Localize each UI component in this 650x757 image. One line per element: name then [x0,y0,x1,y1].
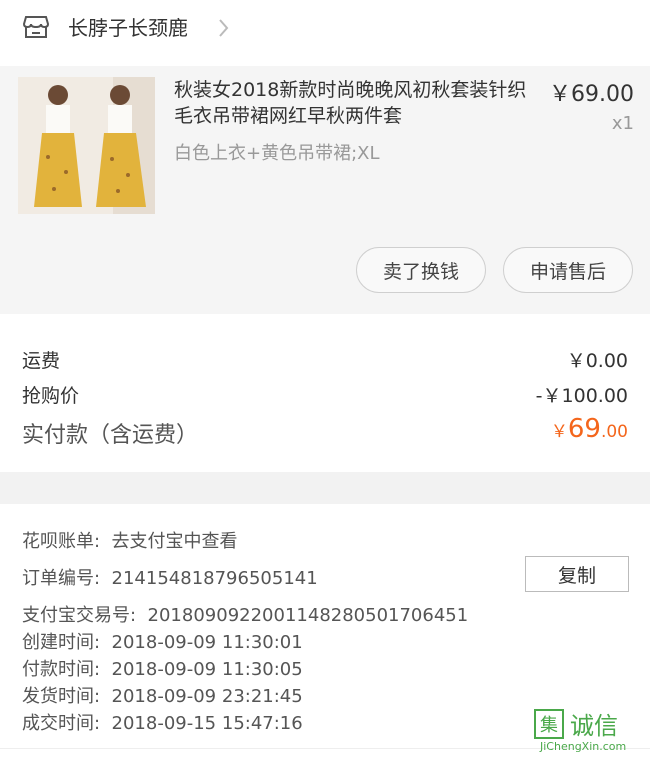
product-price: ￥69.00 [549,82,634,107]
sell-button[interactable]: 卖了换钱 [356,247,486,293]
huabei-link[interactable]: 去支付宝中查看 [112,531,238,552]
order-number-value: 214154818796505141 [111,568,318,589]
paid-decimal: .00 [600,422,628,442]
completed-label: 成交时间: [22,713,101,734]
copy-button[interactable]: 复制 [525,556,629,592]
alipay-label: 支付宝交易号: [22,605,137,626]
product-title[interactable]: 秋装女2018新款时尚晚晚风初秋套装针织毛衣吊带裙网红早秋两件套 [174,77,534,129]
order-number-row: 订单编号: 214154818796505141 [22,564,318,590]
paid-amount: ￥69.00 [551,414,628,444]
shipped-row: 发货时间: 2018-09-09 23:21:45 [22,682,303,708]
huabei-label: 花呗账单: [22,531,101,552]
section-divider [0,472,650,504]
watermark-logo: 集 [534,709,564,739]
paid-integer: 69 [567,414,601,444]
chevron-right-icon[interactable] [214,14,232,42]
shipped-label: 发货时间: [22,686,101,707]
product-spec: 白色上衣+黄色吊带裙;XL [174,143,380,164]
watermark-url: JiChengXin.com [540,740,627,753]
product-quantity: x1 [611,113,634,134]
discount-value: -￥100.00 [535,385,628,407]
alipay-value: 2018090922001148280501706451 [147,605,469,626]
shop-name[interactable]: 长脖子长颈鹿 [68,12,188,44]
completed-value: 2018-09-15 15:47:16 [111,713,303,734]
shipping-value: ￥0.00 [566,350,628,372]
created-label: 创建时间: [22,632,101,653]
paid-label: 实付款（含运费） [22,423,199,448]
completed-row: 成交时间: 2018-09-15 15:47:16 [22,709,303,735]
paid-currency: ￥ [550,422,568,442]
store-icon [22,16,50,38]
created-row: 创建时间: 2018-09-09 11:30:01 [22,628,303,654]
shipping-label: 运费 [22,350,61,372]
product-thumbnail[interactable] [18,77,155,214]
after-sale-button[interactable]: 申请售后 [503,247,633,293]
paid-time-row: 付款时间: 2018-09-09 11:30:05 [22,655,303,681]
alipay-row: 支付宝交易号: 2018090922001148280501706451 [22,601,468,627]
paid-time-label: 付款时间: [22,659,101,680]
huabei-row: 花呗账单: 去支付宝中查看 [22,527,238,553]
discount-label: 抢购价 [22,385,80,407]
paid-time-value: 2018-09-09 11:30:05 [111,659,303,680]
watermark-text: 诚信 [570,712,618,740]
shipped-value: 2018-09-09 23:21:45 [111,686,303,707]
order-number-label: 订单编号: [22,568,101,589]
created-value: 2018-09-09 11:30:01 [111,632,303,653]
